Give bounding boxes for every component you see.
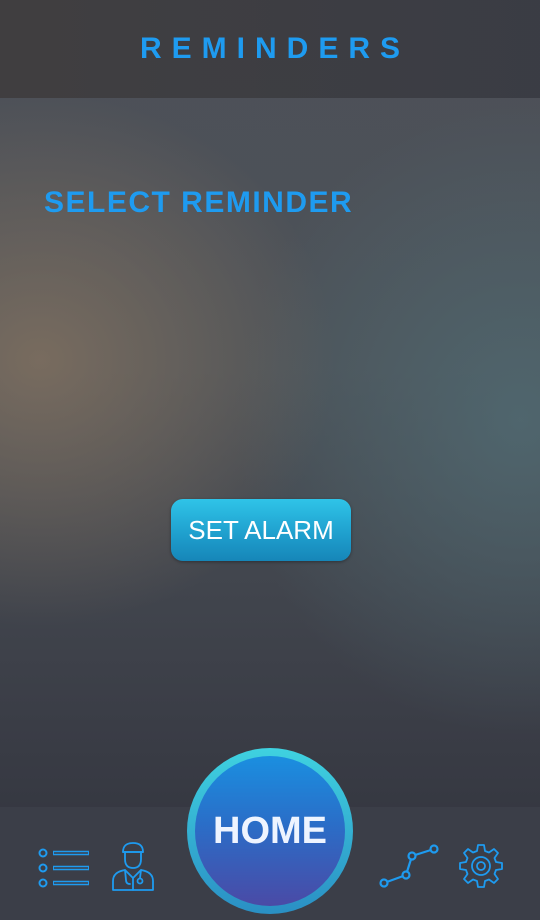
header-bar: REMINDERS	[0, 0, 540, 98]
set-alarm-button[interactable]: SET ALARM	[171, 499, 351, 561]
home-button-label: HOME	[195, 756, 345, 906]
chart-line-icon[interactable]	[378, 842, 440, 890]
gear-icon[interactable]	[457, 842, 505, 890]
doctor-icon[interactable]	[110, 840, 156, 892]
list-icon[interactable]	[36, 846, 92, 890]
home-button[interactable]: HOME	[187, 748, 353, 914]
select-reminder-heading: SELECT REMINDER	[44, 186, 354, 219]
page-title: REMINDERS	[139, 32, 410, 65]
